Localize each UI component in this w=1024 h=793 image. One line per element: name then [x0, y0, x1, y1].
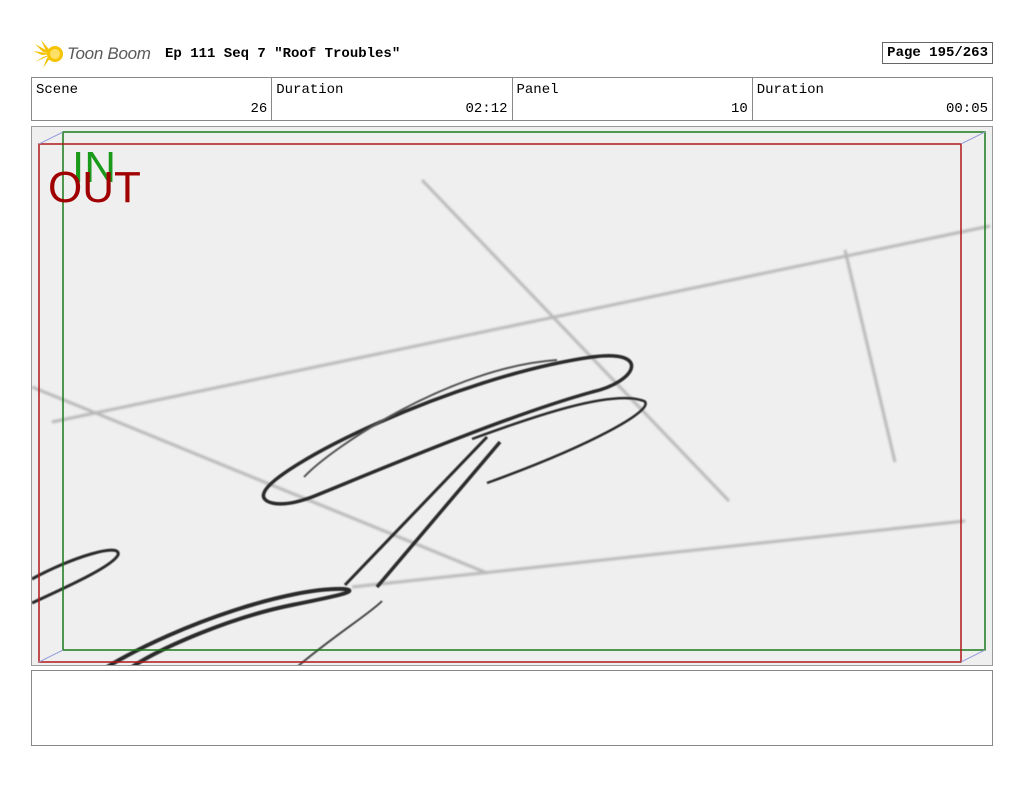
scene-duration-value: 02:12 [465, 101, 508, 117]
scene-value: 26 [250, 101, 268, 117]
scene-duration-label: Duration [276, 82, 344, 98]
sketch-strokes [32, 354, 647, 665]
out-label: OUT [48, 163, 141, 212]
construction-lines [32, 178, 991, 589]
scene-label: Scene [36, 82, 79, 98]
panel-duration-value: 00:05 [945, 101, 988, 117]
page-number: Page 195/263 [882, 42, 993, 64]
logo-text: Toon Boom [67, 44, 151, 63]
out-frame [38, 143, 962, 663]
panel-duration-label: Duration [756, 82, 824, 98]
starburst-icon [33, 40, 63, 68]
panel-duration-cell: Duration 00:05 [753, 78, 992, 120]
page-header: Toon Boom Ep 111 Seq 7 "Roof Troubles" P… [31, 38, 993, 70]
storyboard-panel: IN OUT [31, 126, 993, 666]
document-title: Ep 111 Seq 7 "Roof Troubles" [165, 46, 401, 62]
scene-cell: Scene 26 [32, 78, 273, 120]
toon-boom-logo: Toon Boom [33, 38, 163, 70]
panel-value: 10 [730, 101, 748, 117]
notes-box [31, 670, 993, 746]
info-table: Scene 26 Duration 02:12 Panel 10 Duratio… [31, 77, 993, 121]
scene-duration-cell: Duration 02:12 [272, 78, 513, 120]
camera-move-arrows [38, 131, 986, 663]
panel-cell: Panel 10 [513, 78, 753, 120]
sketch-drawing: IN OUT [32, 131, 991, 665]
panel-label: Panel [516, 82, 559, 98]
